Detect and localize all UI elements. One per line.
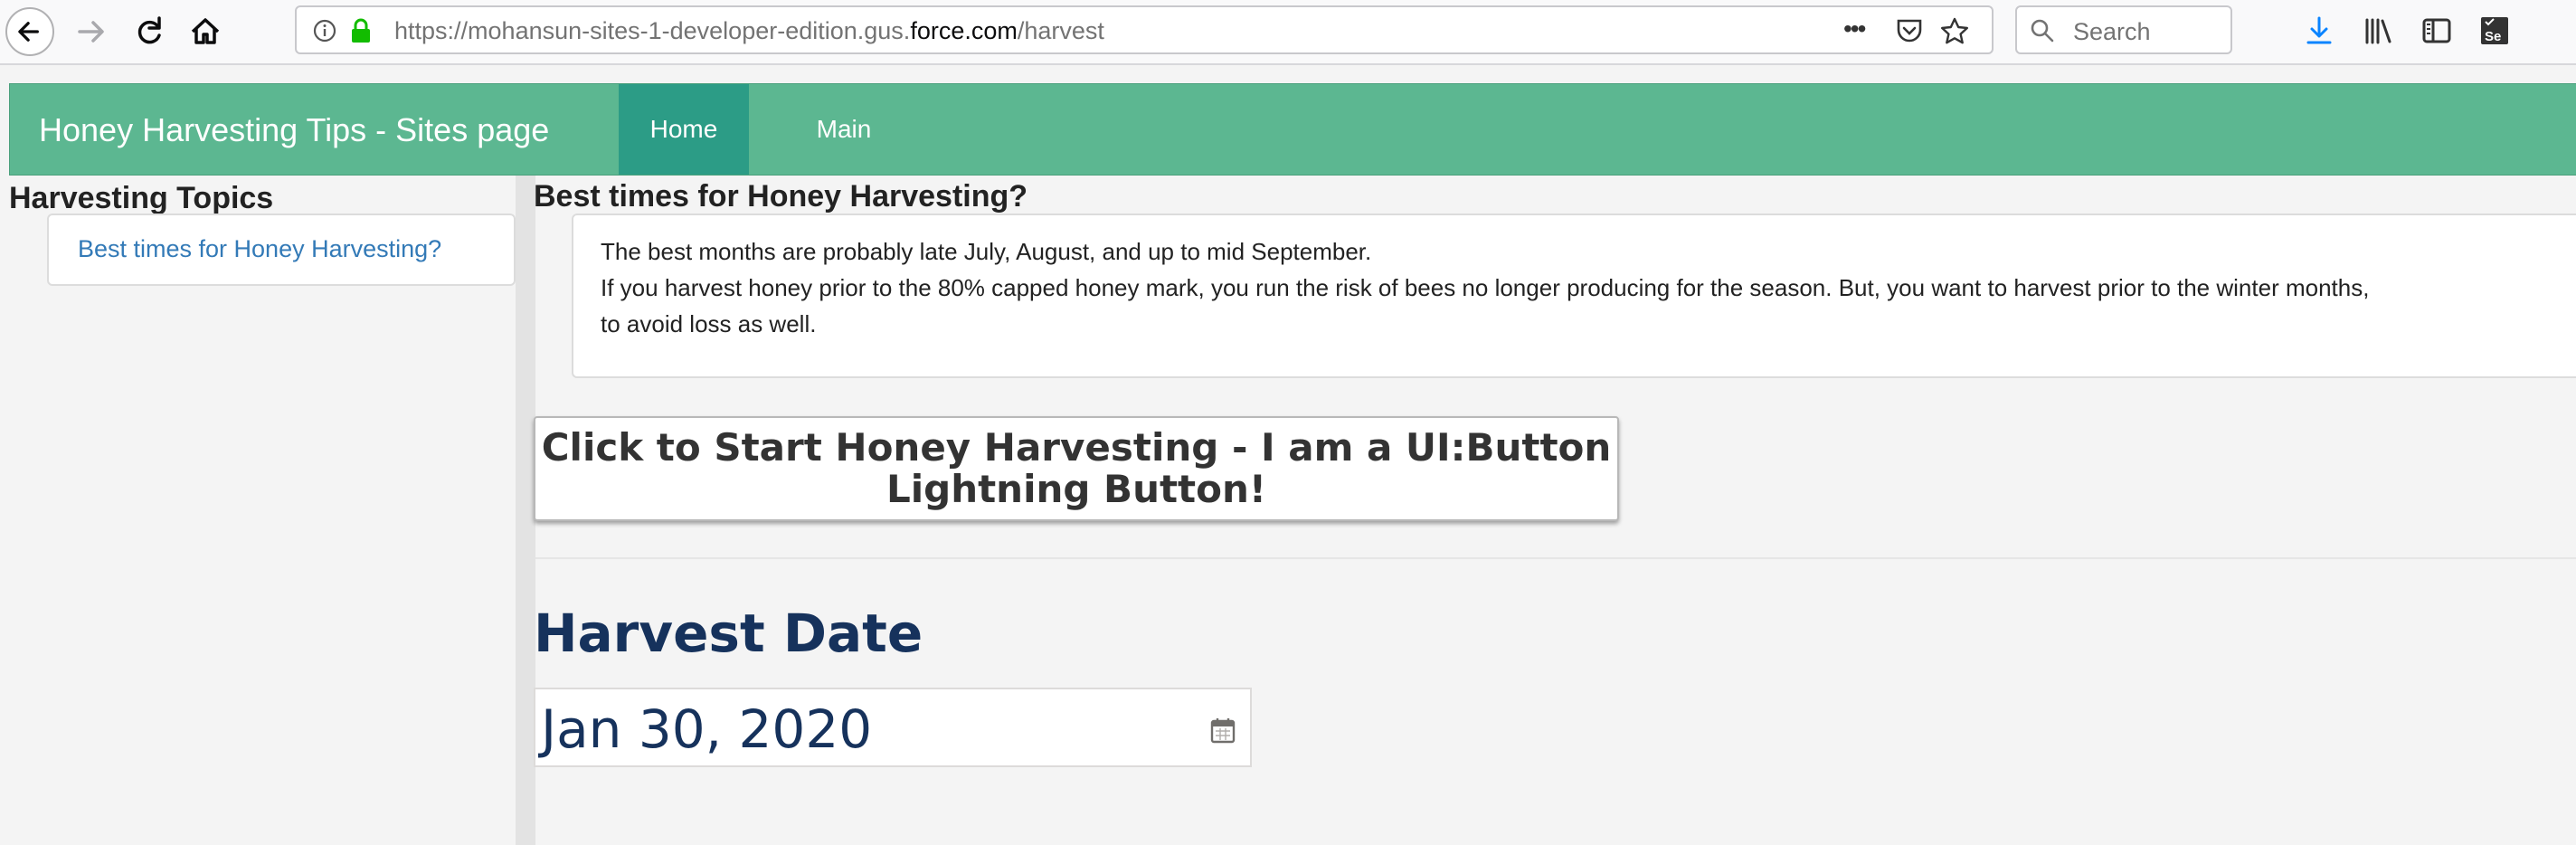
sidebar: Harvesting Topics Best times for Honey H…: [0, 176, 516, 845]
nav-main-tab[interactable]: Main: [790, 84, 898, 175]
reload-icon: [137, 16, 161, 44]
search-placeholder: Search: [2073, 18, 2151, 45]
article-paragraph: If you harvest honey prior to the 80% ca…: [601, 274, 2370, 301]
library-icon[interactable]: [2363, 14, 2395, 47]
article-paragraph: The best months are probably late July, …: [601, 238, 1372, 265]
nav-home-tab[interactable]: Home: [619, 84, 749, 175]
back-button[interactable]: [5, 7, 54, 56]
url-path: /harvest: [1017, 17, 1104, 44]
browser-toolbar: https://mohansun-sites-1-developer-editi…: [0, 0, 2576, 65]
article-title: Best times for Honey Harvesting?: [534, 179, 1028, 214]
article-body: The best months are probably late July, …: [572, 214, 2576, 378]
article-paragraph: to avoid loss as well.: [601, 310, 817, 337]
harvest-date-label: Harvest Date: [534, 603, 923, 664]
home-button[interactable]: [181, 7, 230, 56]
button-label-line2: Lightning Button!: [886, 467, 1267, 511]
site-brand[interactable]: Honey Harvesting Tips - Sites page: [39, 111, 549, 149]
url-text[interactable]: https://mohansun-sites-1-developer-editi…: [394, 17, 1104, 45]
sidebar-toggle-icon[interactable]: [2420, 14, 2453, 47]
sidebar-title: Harvesting Topics: [9, 181, 274, 215]
browser-search-box[interactable]: Search: [2015, 5, 2232, 54]
topic-link[interactable]: Best times for Honey Harvesting?: [78, 235, 441, 263]
url-domain: force.com: [910, 17, 1018, 44]
calendar-icon[interactable]: [1210, 717, 1236, 744]
lock-icon: [349, 17, 373, 44]
url-actions: •••: [1843, 16, 1979, 45]
button-label-line1: Click to Start Honey Harvesting - I am a…: [541, 425, 1612, 470]
bookmark-star-icon[interactable]: [1939, 16, 1970, 45]
page-actions-icon[interactable]: •••: [1843, 16, 1874, 45]
download-icon[interactable]: [2303, 14, 2335, 47]
divider: [535, 557, 2576, 559]
home-icon: [191, 18, 220, 44]
svg-text:Se: Se: [2485, 29, 2501, 44]
site-header: Honey Harvesting Tips - Sites page Home …: [9, 83, 2576, 176]
search-icon: [2031, 19, 2054, 43]
start-harvesting-button[interactable]: Click to Start Honey Harvesting - I am a…: [534, 416, 1619, 521]
forward-arrow-icon: [78, 21, 104, 43]
back-arrow-icon: [18, 22, 39, 42]
reload-button[interactable]: [125, 7, 174, 56]
info-icon[interactable]: [313, 19, 336, 43]
pocket-icon[interactable]: [1894, 16, 1925, 45]
sidebar-divider: [516, 176, 535, 845]
url-bar[interactable]: https://mohansun-sites-1-developer-editi…: [295, 5, 1994, 54]
harvest-date-value[interactable]: Jan 30, 2020: [541, 698, 872, 760]
topic-card: Best times for Honey Harvesting?: [47, 214, 516, 286]
forward-button[interactable]: [67, 7, 116, 56]
url-prefix: https://mohansun-sites-1-developer-editi…: [394, 17, 911, 44]
harvest-date-input[interactable]: Jan 30, 2020: [534, 688, 1252, 767]
selenium-ide-icon[interactable]: Se: [2478, 14, 2511, 47]
